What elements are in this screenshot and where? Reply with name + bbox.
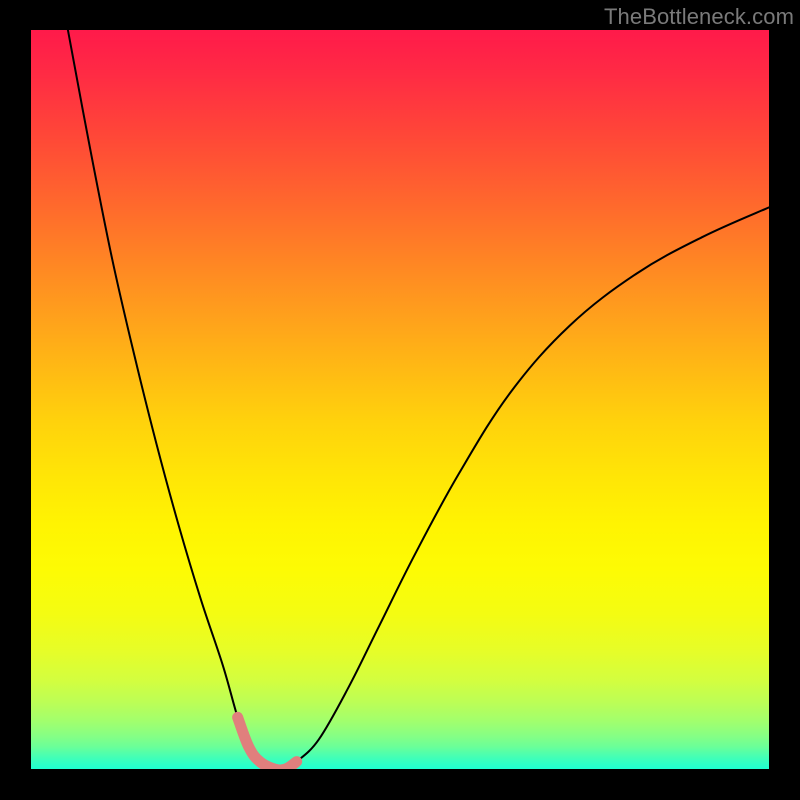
chart-svg	[31, 30, 769, 769]
plot-area	[31, 30, 769, 769]
highlight-range	[238, 717, 297, 769]
watermark-label: TheBottleneck.com	[604, 4, 794, 30]
chart-frame: TheBottleneck.com	[0, 0, 800, 800]
bottleneck-curve	[68, 30, 769, 769]
